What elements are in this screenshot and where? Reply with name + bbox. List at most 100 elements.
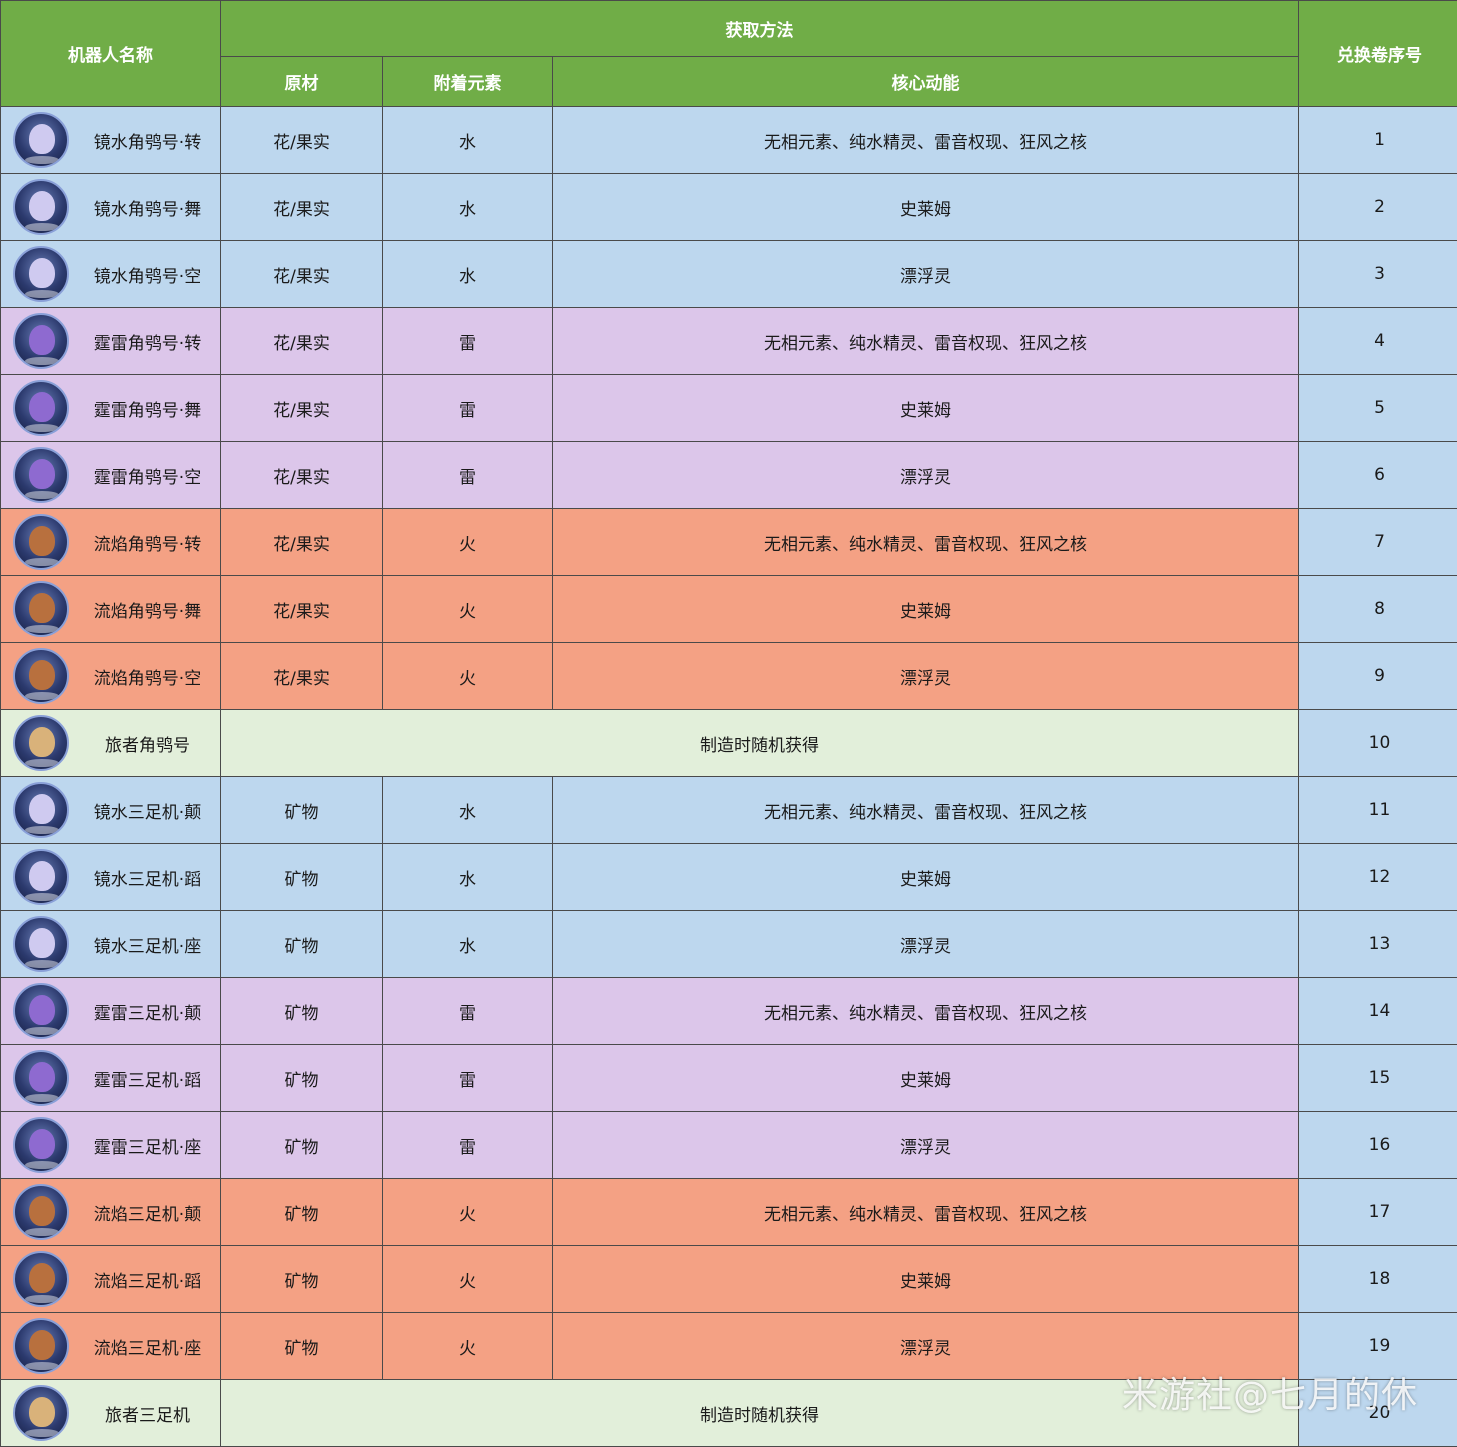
robot-name-cell: 流焰角鸮号·舞 — [1, 576, 220, 642]
core-cell: 无相元素、纯水精灵、雷音权现、狂风之核 — [553, 777, 1298, 843]
robot-name: 霆雷角鸮号·空 — [93, 467, 202, 488]
element-cell: 水 — [383, 107, 552, 173]
element-cell: 火 — [383, 576, 552, 642]
robot-name-cell: 镜水角鸮号·转 — [1, 107, 220, 173]
material-cell: 矿物 — [221, 1246, 382, 1312]
fire-tripod-robot-icon — [13, 1318, 69, 1374]
robot-name: 霆雷三足机·座 — [93, 1137, 202, 1158]
core-cell: 漂浮灵 — [553, 1313, 1298, 1379]
robot-name-cell: 流焰三足机·座 — [1, 1313, 220, 1379]
robot-name: 镜水角鸮号·空 — [93, 266, 202, 287]
thunder-owl-robot-icon — [13, 380, 69, 436]
robot-name: 霆雷三足机·颠 — [93, 1003, 202, 1024]
material-cell: 花/果实 — [221, 442, 382, 508]
element-cell: 火 — [383, 1313, 552, 1379]
water-owl-robot-icon — [13, 112, 69, 168]
robot-name: 镜水三足机·颠 — [93, 802, 202, 823]
scroll-number-cell: 18 — [1299, 1246, 1457, 1312]
material-cell: 花/果实 — [221, 308, 382, 374]
water-tripod-robot-icon — [13, 916, 69, 972]
robot-name-cell: 镜水三足机·颠 — [1, 777, 220, 843]
element-cell: 雷 — [383, 1045, 552, 1111]
core-cell: 漂浮灵 — [553, 1112, 1298, 1178]
header-scroll-number: 兑换卷序号 — [1299, 1, 1457, 106]
core-cell: 无相元素、纯水精灵、雷音权现、狂风之核 — [553, 978, 1298, 1044]
element-cell: 雷 — [383, 978, 552, 1044]
robot-name-cell: 镜水角鸮号·舞 — [1, 174, 220, 240]
robot-name-cell: 流焰角鸮号·转 — [1, 509, 220, 575]
robot-name-cell: 霆雷角鸮号·转 — [1, 308, 220, 374]
fire-tripod-robot-icon — [13, 1251, 69, 1307]
material-cell: 矿物 — [221, 1313, 382, 1379]
element-cell: 火 — [383, 1179, 552, 1245]
robot-name: 镜水三足机·座 — [93, 936, 202, 957]
scroll-number-cell: 5 — [1299, 375, 1457, 441]
material-cell: 矿物 — [221, 777, 382, 843]
scroll-number-cell: 12 — [1299, 844, 1457, 910]
header-material: 原材 — [221, 57, 382, 106]
water-tripod-robot-icon — [13, 849, 69, 905]
element-cell: 火 — [383, 509, 552, 575]
scroll-number-cell: 4 — [1299, 308, 1457, 374]
material-cell: 矿物 — [221, 1112, 382, 1178]
core-cell: 史莱姆 — [553, 1246, 1298, 1312]
fire-owl-robot-icon — [13, 648, 69, 704]
header-acquisition-method: 获取方法 — [221, 1, 1298, 56]
robot-name-cell: 旅者角鸮号 — [1, 710, 220, 776]
robot-name: 霆雷角鸮号·舞 — [93, 400, 202, 421]
core-cell: 史莱姆 — [553, 1045, 1298, 1111]
material-cell: 矿物 — [221, 911, 382, 977]
element-cell: 火 — [383, 643, 552, 709]
element-cell: 水 — [383, 911, 552, 977]
traveler-tripod-robot-icon — [13, 1385, 69, 1441]
robot-name: 流焰三足机·座 — [93, 1338, 202, 1359]
element-cell: 雷 — [383, 375, 552, 441]
material-cell: 花/果实 — [221, 241, 382, 307]
robot-name-cell: 流焰角鸮号·空 — [1, 643, 220, 709]
core-cell: 史莱姆 — [553, 576, 1298, 642]
robot-name-cell: 旅者三足机 — [1, 1380, 220, 1446]
scroll-number-cell: 9 — [1299, 643, 1457, 709]
robot-name-cell: 霆雷角鸮号·舞 — [1, 375, 220, 441]
material-cell: 花/果实 — [221, 107, 382, 173]
material-cell: 花/果实 — [221, 375, 382, 441]
fire-owl-robot-icon — [13, 514, 69, 570]
robot-name-cell: 流焰三足机·蹈 — [1, 1246, 220, 1312]
material-cell: 花/果实 — [221, 643, 382, 709]
fire-owl-robot-icon — [13, 581, 69, 637]
thunder-owl-robot-icon — [13, 313, 69, 369]
scroll-number-cell: 7 — [1299, 509, 1457, 575]
robot-name: 霆雷角鸮号·转 — [93, 333, 202, 354]
scroll-number-cell: 11 — [1299, 777, 1457, 843]
scroll-number-cell: 10 — [1299, 710, 1457, 776]
core-cell: 无相元素、纯水精灵、雷音权现、狂风之核 — [553, 1179, 1298, 1245]
material-cell: 矿物 — [221, 844, 382, 910]
robot-name: 流焰三足机·蹈 — [93, 1271, 202, 1292]
element-cell: 水 — [383, 174, 552, 240]
water-owl-robot-icon — [13, 179, 69, 235]
element-cell: 雷 — [383, 308, 552, 374]
header-element: 附着元素 — [383, 57, 552, 106]
core-cell: 史莱姆 — [553, 174, 1298, 240]
core-cell: 史莱姆 — [553, 844, 1298, 910]
scroll-number-cell: 20 — [1299, 1380, 1457, 1446]
scroll-number-cell: 15 — [1299, 1045, 1457, 1111]
robot-name: 流焰角鸮号·空 — [93, 668, 202, 689]
fire-tripod-robot-icon — [13, 1184, 69, 1240]
scroll-number-cell: 6 — [1299, 442, 1457, 508]
robot-name-cell: 霆雷三足机·蹈 — [1, 1045, 220, 1111]
robot-name: 霆雷三足机·蹈 — [93, 1070, 202, 1091]
robot-name-cell: 流焰三足机·颠 — [1, 1179, 220, 1245]
robot-table: 机器人名称 获取方法 兑换卷序号 原材 附着元素 核心动能 镜水角鸮号·转 花/果… — [0, 0, 1457, 1447]
robot-name-cell: 镜水三足机·座 — [1, 911, 220, 977]
water-owl-robot-icon — [13, 246, 69, 302]
core-cell: 漂浮灵 — [553, 442, 1298, 508]
merged-method-cell: 制造时随机获得 — [221, 710, 1298, 776]
thunder-tripod-robot-icon — [13, 1050, 69, 1106]
robot-name: 流焰角鸮号·转 — [93, 534, 202, 555]
robot-name-cell: 霆雷角鸮号·空 — [1, 442, 220, 508]
robot-name: 镜水三足机·蹈 — [93, 869, 202, 890]
robot-name-cell: 镜水三足机·蹈 — [1, 844, 220, 910]
thunder-tripod-robot-icon — [13, 983, 69, 1039]
water-tripod-robot-icon — [13, 782, 69, 838]
